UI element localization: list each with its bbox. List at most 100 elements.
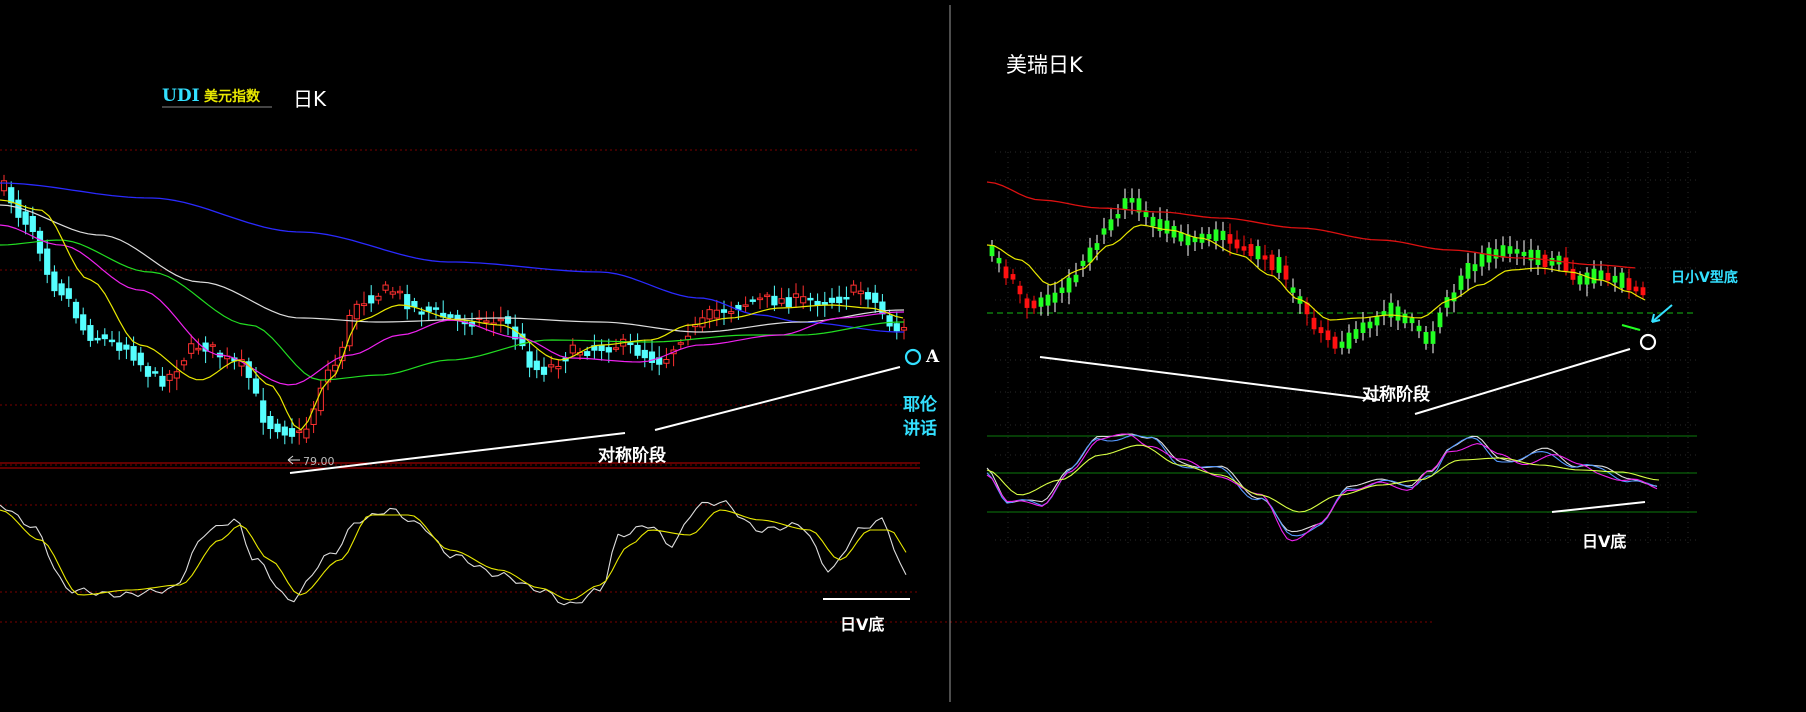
candle-down — [836, 296, 843, 304]
candle-up — [1101, 228, 1107, 235]
candle-up — [996, 257, 1002, 264]
candle-up — [1591, 268, 1597, 284]
candle-down — [130, 346, 137, 361]
candle-down — [123, 344, 130, 350]
candle-down — [1017, 285, 1023, 295]
candle-up — [1073, 274, 1079, 283]
candle-up — [1577, 275, 1583, 285]
candle-up — [1521, 251, 1527, 256]
candle-up — [1549, 257, 1555, 266]
candle-up — [1500, 245, 1506, 258]
candle-down — [1542, 254, 1548, 268]
candle-down — [1262, 255, 1268, 260]
candle-up — [389, 291, 396, 295]
candle-down — [1633, 286, 1639, 292]
left-title: UDI 美元指数 日K — [162, 86, 327, 111]
candle-up — [1213, 229, 1219, 242]
candle-up — [1087, 247, 1093, 263]
candle-up — [900, 327, 908, 331]
candle-up — [1465, 263, 1471, 279]
candle-up — [1472, 264, 1478, 272]
candle-down — [22, 211, 29, 225]
point-a-marker — [904, 348, 922, 366]
candle-down — [1325, 330, 1331, 341]
candle-down — [260, 400, 267, 423]
oscillator-label: 日V底 — [840, 615, 884, 634]
candle-down — [1570, 268, 1576, 280]
candle-down — [80, 314, 87, 331]
candle-down — [1332, 336, 1338, 349]
left-annotations: 对称阶段 A 耶伦讲话日V底 — [289, 347, 940, 634]
candle-down — [447, 314, 454, 318]
candle-down — [1248, 244, 1254, 257]
candle-up — [173, 371, 180, 379]
oscillator-yellow-line — [0, 509, 907, 601]
symmetry-trend-line — [1039, 356, 1381, 401]
candle-down — [159, 375, 166, 387]
candle-up — [1598, 270, 1604, 280]
left-panel — [0, 149, 1435, 623]
chart-canvas: 79.00 对称阶段 A 耶伦讲话日V底 UDI 美元指数 日K 对称阶段 日小V型底日V底 美瑞… — [0, 5, 1738, 702]
candle-up — [1080, 260, 1086, 267]
candle-up — [1171, 226, 1177, 238]
candle-up — [1507, 246, 1513, 254]
candle-down — [51, 271, 58, 292]
candle-up — [569, 344, 576, 354]
candle-up — [209, 344, 216, 347]
oscillator-bottom-line — [1551, 501, 1646, 513]
candle-up — [1402, 313, 1408, 324]
candle-up — [792, 293, 800, 298]
candle-up — [303, 428, 310, 439]
candle-down — [526, 351, 533, 368]
candle-up — [555, 365, 562, 370]
candle-up — [1416, 325, 1422, 332]
candle-up — [1164, 220, 1170, 234]
candle-down — [454, 314, 461, 320]
candle-up — [1395, 306, 1401, 321]
title-udi: UDI — [162, 86, 200, 106]
candle-down — [1318, 327, 1324, 334]
candle-up — [396, 290, 404, 294]
candle-down — [533, 360, 540, 371]
symmetry-trend-line — [1414, 348, 1631, 415]
candle-down — [368, 295, 375, 304]
candle-down — [1626, 278, 1632, 291]
right-moving-averages — [986, 181, 1646, 321]
candle-down — [425, 306, 432, 312]
symmetry-label: 对称阶段 — [1362, 384, 1430, 405]
left-candles — [0, 174, 908, 445]
candle-up — [483, 320, 490, 323]
candle-up — [756, 297, 764, 301]
candle-up — [1556, 255, 1562, 265]
candle-up — [663, 358, 670, 364]
candle-down — [1605, 272, 1611, 281]
candle-down — [828, 297, 836, 303]
candle-up — [1430, 331, 1436, 344]
candle-up — [1493, 249, 1499, 259]
candle-up — [1290, 287, 1296, 293]
candle-down — [281, 426, 288, 436]
candle-up — [989, 245, 995, 257]
candle-up — [1038, 297, 1044, 307]
candle-down — [893, 323, 900, 332]
candle-up — [1584, 272, 1590, 285]
candle-up — [1619, 272, 1625, 288]
candle-down — [1024, 298, 1030, 308]
candle-up — [677, 342, 684, 345]
candle-down — [634, 344, 641, 356]
candle-up — [1108, 219, 1114, 231]
candle-up — [1360, 322, 1366, 334]
candle-up — [166, 373, 173, 381]
candle-up — [778, 298, 785, 304]
left-oscillator — [0, 500, 907, 606]
candle-up — [1045, 294, 1051, 306]
candle-up — [1451, 292, 1457, 302]
right-candles — [989, 188, 1646, 355]
candle-up — [1423, 331, 1429, 344]
candle-down — [432, 307, 440, 310]
candle-down — [785, 297, 792, 308]
right-title: 美瑞日K — [1006, 53, 1084, 77]
candle-down — [584, 351, 591, 356]
candle-up — [612, 347, 620, 350]
low-marker-line — [287, 455, 294, 461]
